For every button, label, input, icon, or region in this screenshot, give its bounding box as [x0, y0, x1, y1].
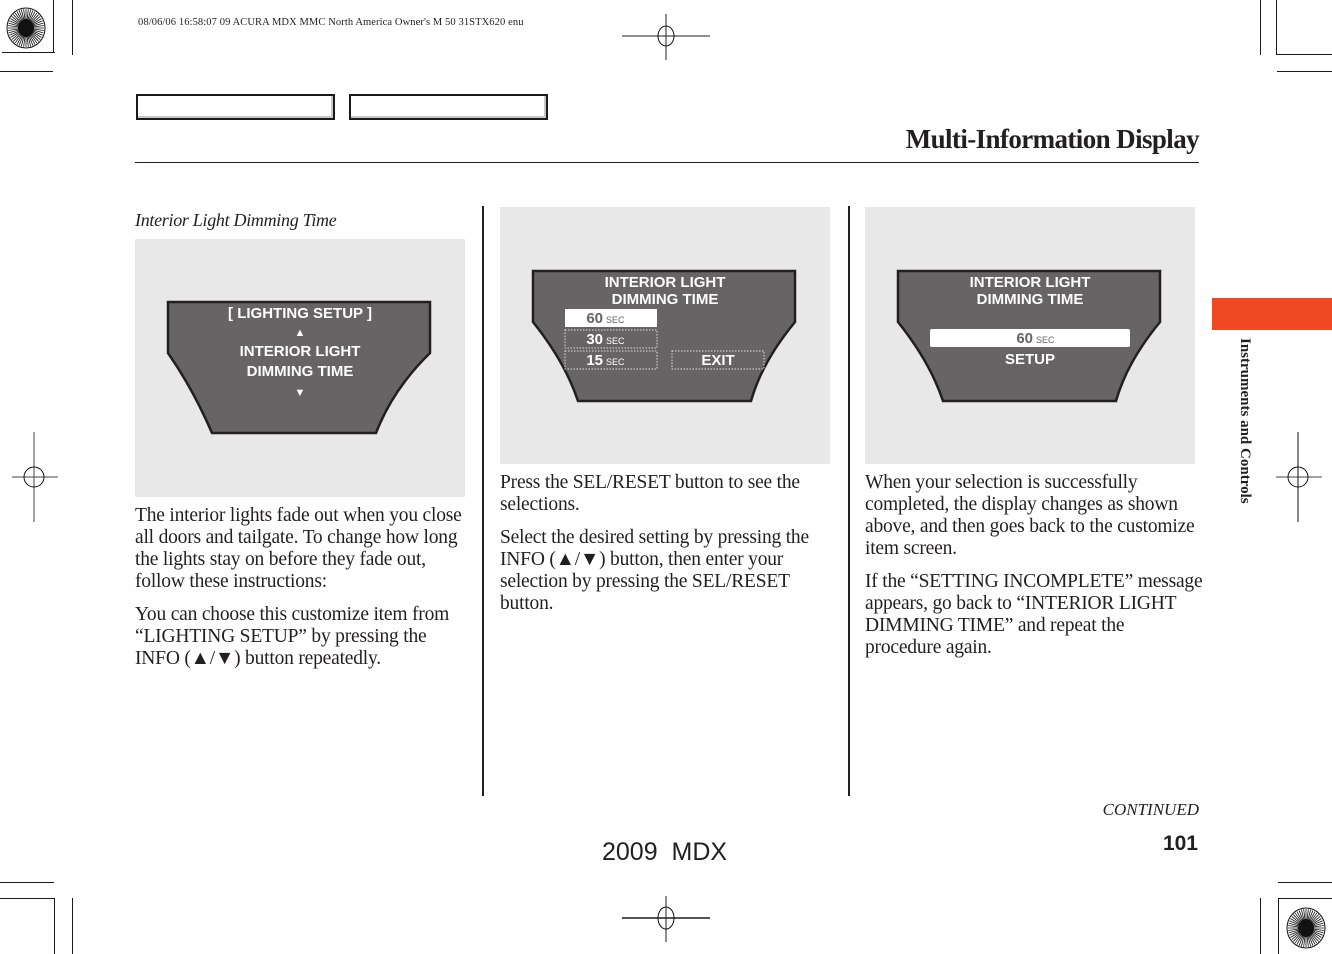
section-tab-marker[interactable] — [1212, 298, 1332, 330]
nav-tab-box[interactable] — [349, 94, 548, 120]
crop-mark — [72, 898, 73, 954]
display-title-line2: DIMMING TIME — [977, 291, 1084, 308]
paragraph: You can choose this customize item from … — [135, 604, 450, 669]
option-30-value[interactable]: 30 — [586, 331, 603, 348]
crop-mark — [1260, 898, 1261, 954]
selected-unit: SEC — [1036, 335, 1055, 345]
display-title-line2: DIMMING TIME — [612, 291, 719, 308]
crop-mark — [1278, 898, 1332, 899]
page-title: Multi-Information Display — [905, 124, 1200, 154]
crop-mark — [0, 898, 54, 899]
display-line-interior-light: INTERIOR LIGHT — [240, 343, 361, 360]
setup-status: SETUP — [1005, 351, 1055, 368]
option-15-value[interactable]: 15 — [586, 352, 603, 369]
display-figure-lighting-setup: [ LIGHTING SETUP ] ▲ INTERIOR LIGHT DIMM… — [135, 239, 465, 497]
crop-mark — [72, 0, 73, 55]
column3-body: When your selection is successfully comp… — [865, 472, 1205, 670]
paragraph: Select the desired setting by pressing t… — [500, 527, 809, 614]
section-subheading: Interior Light Dimming Time — [135, 210, 337, 230]
crosshair-registration-icon — [622, 896, 710, 942]
option-15-unit: SEC — [606, 357, 625, 367]
down-arrow-icon: ▼ — [295, 387, 306, 399]
crop-mark — [1278, 898, 1279, 954]
display-title-line1: INTERIOR LIGHT — [605, 274, 726, 291]
column-divider — [482, 206, 484, 796]
option-30-unit: SEC — [606, 336, 625, 346]
starburst-registration-icon — [1286, 907, 1326, 949]
paragraph: The interior lights fade out when you cl… — [135, 505, 462, 592]
crop-mark — [0, 71, 53, 72]
column1-body: The interior lights fade out when you cl… — [135, 505, 470, 681]
paragraph: When your selection is successfully comp… — [865, 472, 1195, 559]
title-divider — [135, 162, 1199, 163]
display-title-line1: INTERIOR LIGHT — [970, 274, 1091, 291]
paragraph: If the “SETTING INCOMPLETE” message appe… — [865, 571, 1203, 658]
model-label: 2009 MDX — [602, 838, 728, 866]
up-arrow-icon: ▲ — [295, 327, 306, 339]
option-60-value[interactable]: 60 — [586, 310, 603, 327]
crop-mark — [1278, 882, 1332, 883]
paragraph: Press the SEL/RESET button to see the se… — [500, 472, 800, 515]
section-tab-label: Instruments and Controls — [1237, 338, 1253, 504]
nav-tab-box[interactable] — [136, 94, 335, 120]
selected-value: 60 — [1016, 330, 1033, 347]
crosshair-registration-icon — [12, 432, 58, 522]
display-line-lighting-setup: [ LIGHTING SETUP ] — [228, 305, 372, 322]
crop-mark — [1276, 0, 1277, 55]
crop-mark — [1260, 0, 1261, 55]
display-line-dimming-time: DIMMING TIME — [247, 363, 354, 380]
page-number: 101 — [1162, 832, 1198, 855]
display-figure-selections: INTERIOR LIGHT DIMMING TIME 60 SEC 30 SE… — [500, 207, 830, 464]
column-divider — [848, 206, 850, 796]
crop-mark — [54, 898, 55, 954]
starburst-registration-icon — [6, 7, 46, 49]
crop-mark — [1276, 54, 1332, 55]
print-metadata: 08/06/06 16:58:07 09 ACURA MDX MMC North… — [138, 17, 524, 28]
exit-option[interactable]: EXIT — [701, 352, 734, 369]
display-figure-setup-complete: INTERIOR LIGHT DIMMING TIME 60 SEC SETUP — [865, 207, 1195, 464]
crosshair-registration-icon — [622, 14, 710, 60]
crosshair-registration-icon — [1276, 432, 1322, 522]
crop-mark — [1277, 71, 1332, 72]
continued-label: CONTINUED — [1102, 800, 1199, 819]
column2-body: Press the SEL/RESET button to see the se… — [500, 472, 840, 626]
crop-mark — [0, 882, 54, 883]
option-60-unit: SEC — [606, 315, 625, 325]
